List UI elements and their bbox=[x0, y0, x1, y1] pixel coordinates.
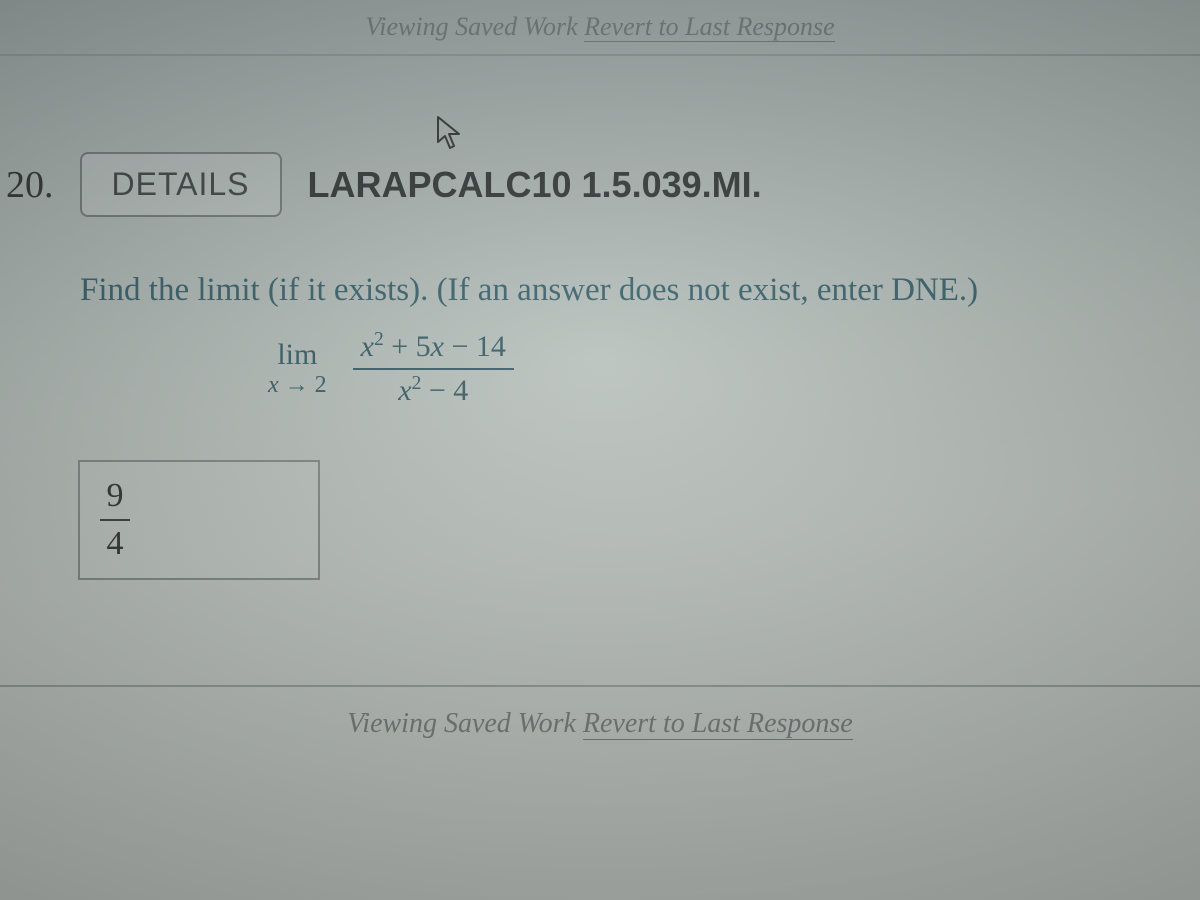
answer-fraction: 9 4 bbox=[100, 479, 130, 561]
saved-prefix: Viewing Saved Work bbox=[365, 12, 584, 41]
lim-operator: lim x → 2 bbox=[268, 338, 327, 400]
lim-value: 2 bbox=[315, 372, 327, 398]
saved-work-bar-bottom: Viewing Saved Work Revert to Last Respon… bbox=[0, 708, 1200, 740]
den-minus: − 4 bbox=[421, 374, 468, 407]
lim-word: lim bbox=[277, 338, 317, 373]
den-exp: 2 bbox=[412, 373, 422, 394]
answer-numerator: 9 bbox=[107, 479, 124, 513]
question-prompt: Find the limit (if it exists). (If an an… bbox=[80, 272, 978, 309]
denominator: x2 − 4 bbox=[390, 374, 476, 408]
divider bbox=[0, 685, 1200, 687]
num-minus: − 14 bbox=[444, 330, 506, 363]
details-button[interactable]: DETAILS bbox=[80, 152, 282, 217]
den-x1: x bbox=[398, 374, 411, 407]
saved-prefix-bottom: Viewing Saved Work bbox=[347, 708, 583, 739]
answer-input[interactable]: 9 4 bbox=[78, 460, 320, 580]
fraction-bar bbox=[353, 368, 514, 370]
num-x2: x bbox=[431, 330, 444, 363]
answer-denominator: 4 bbox=[107, 527, 124, 561]
saved-work-bar-top: Viewing Saved Work Revert to Last Respon… bbox=[0, 0, 1200, 56]
revert-link-top[interactable]: Revert to Last Response bbox=[584, 12, 835, 42]
question-header: 20. DETAILS LARAPCALC10 1.5.039.MI. bbox=[6, 152, 1200, 217]
numerator: x2 + 5x − 14 bbox=[353, 330, 514, 364]
question-number: 20. bbox=[6, 163, 54, 207]
num-plus: + 5 bbox=[384, 330, 431, 363]
answer-bar bbox=[100, 519, 130, 521]
limit-expression: lim x → 2 x2 + 5x − 14 x2 − 4 bbox=[268, 330, 514, 408]
revert-link-bottom[interactable]: Revert to Last Response bbox=[583, 708, 853, 740]
num-exp: 2 bbox=[374, 329, 384, 350]
lim-var: x bbox=[268, 372, 279, 398]
num-x1: x bbox=[361, 330, 374, 363]
lim-approach: x → 2 bbox=[268, 372, 327, 400]
fraction: x2 + 5x − 14 x2 − 4 bbox=[353, 330, 514, 408]
arrow-icon: → bbox=[285, 372, 309, 398]
question-code: LARAPCALC10 1.5.039.MI. bbox=[308, 164, 762, 206]
saved-work-text-top: Viewing Saved Work Revert to Last Respon… bbox=[365, 12, 834, 42]
cursor-arrow-icon bbox=[435, 115, 465, 156]
